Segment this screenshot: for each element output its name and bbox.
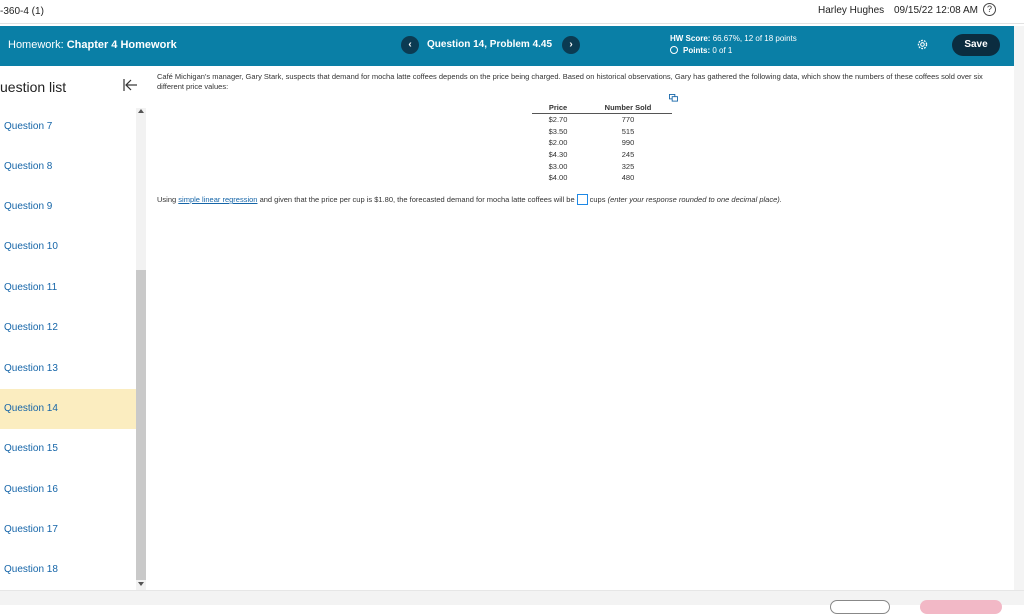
question-prompt: Using simple linear regression and given…	[157, 194, 782, 205]
table-row: $4.00 480	[532, 172, 672, 184]
bottom-action-bar	[0, 590, 1024, 614]
datetime: 09/15/22 12:08 AM	[894, 5, 978, 16]
points-status-icon	[670, 46, 678, 54]
question-list-sidebar: uestion list Question 7 Question 8 Quest…	[0, 66, 136, 590]
question-mid-text: and given that the price per cup is $1.8…	[259, 195, 575, 204]
number-sold-cell: 325	[621, 161, 635, 171]
top-bar: -360-4 (1) Harley Hughes 09/15/22 12:08 …	[0, 0, 1024, 24]
question-list-item[interactable]: Question 9	[0, 187, 136, 227]
points: Points: 0 of 1	[670, 46, 732, 55]
price-cell: $4.30	[548, 149, 568, 159]
homework-prefix: Homework:	[8, 39, 64, 51]
collapse-sidebar-icon[interactable]	[122, 78, 138, 92]
answer-input[interactable]	[576, 194, 588, 205]
question-list-item[interactable]: Question 11	[0, 268, 136, 308]
question-list-item[interactable]: Question 12	[0, 308, 136, 348]
number-sold-cell: 990	[621, 138, 635, 148]
problem-intro: Café Michigan's manager, Gary Stark, sus…	[157, 72, 983, 91]
question-list-item[interactable]: Question 7	[0, 107, 136, 147]
user-name[interactable]: Harley Hughes	[818, 5, 884, 16]
question-list-item[interactable]: Question 10	[0, 227, 136, 267]
homework-title: Homework: Chapter 4 Homework	[8, 39, 177, 51]
table-row: $2.70 770	[532, 114, 672, 126]
price-cell: $4.00	[548, 173, 568, 183]
question-list-item[interactable]: Question 15	[0, 429, 136, 469]
table-row: $2.00 990	[532, 137, 672, 149]
question-list-item[interactable]: Question 8	[0, 147, 136, 187]
table-row: $3.50 515	[532, 125, 672, 137]
question-list-title: uestion list	[0, 79, 67, 95]
question-list-item-active[interactable]: Question 14	[0, 389, 136, 429]
secondary-action-button[interactable]	[830, 600, 890, 614]
number-sold-cell: 515	[621, 126, 635, 136]
scroll-down-icon[interactable]	[138, 582, 144, 586]
number-sold-cell: 770	[621, 115, 635, 125]
copy-data-icon[interactable]	[669, 94, 678, 102]
question-title: Question 14, Problem 4.45	[427, 39, 553, 50]
points-label: Points:	[683, 46, 711, 55]
problem-content: Café Michigan's manager, Gary Stark, sus…	[157, 72, 997, 92]
question-list-item[interactable]: Question 13	[0, 349, 136, 389]
column-header-number-sold: Number Sold	[584, 103, 672, 114]
course-label: -360-4 (1)	[0, 6, 44, 17]
number-sold-cell: 245	[621, 149, 635, 159]
column-header-price: Price	[532, 103, 584, 114]
price-cell: $3.50	[548, 126, 568, 136]
table-row: $3.00 325	[532, 160, 672, 172]
question-list-item[interactable]: Question 16	[0, 470, 136, 510]
scrollbar-thumb[interactable]	[136, 270, 146, 580]
question-hint: (enter your response rounded to one deci…	[607, 195, 782, 204]
hw-score-value: 66.67%, 12 of 18 points	[712, 34, 797, 43]
table-header-row: Price Number Sold	[532, 103, 672, 114]
question-unit-text: cups	[589, 195, 606, 204]
data-table: Price Number Sold $2.70 770 $3.50 515 $2.0…	[532, 103, 672, 184]
sidebar-scrollbar[interactable]	[136, 108, 146, 590]
question-list-item[interactable]: Question 18	[0, 550, 136, 590]
question-list-item[interactable]: Question 17	[0, 510, 136, 550]
simple-linear-regression-link[interactable]: simple linear regression	[178, 195, 257, 204]
number-sold-cell: 480	[621, 173, 635, 183]
page-edge	[1014, 26, 1024, 590]
points-value: 0 of 1	[712, 46, 733, 55]
price-cell: $2.70	[548, 115, 568, 125]
price-cell: $2.00	[548, 138, 568, 148]
next-question-button[interactable]: ›	[562, 36, 580, 54]
table-row: $4.30 245	[532, 149, 672, 161]
hw-score-label: HW Score:	[670, 34, 711, 43]
primary-action-button[interactable]	[920, 600, 1002, 614]
save-button[interactable]: Save	[952, 34, 1000, 56]
question-pre-text: Using	[157, 195, 177, 204]
scroll-up-icon[interactable]	[138, 109, 144, 113]
previous-question-button[interactable]: ‹	[401, 36, 419, 54]
homework-name: Chapter 4 Homework	[66, 39, 177, 51]
homework-header: Homework: Chapter 4 Homework ‹ Question …	[0, 26, 1014, 66]
hw-score: HW Score: 66.67%, 12 of 18 points	[670, 34, 797, 43]
price-cell: $3.00	[548, 161, 568, 171]
help-icon[interactable]: ?	[983, 3, 996, 16]
settings-gear-icon[interactable]	[916, 38, 929, 51]
